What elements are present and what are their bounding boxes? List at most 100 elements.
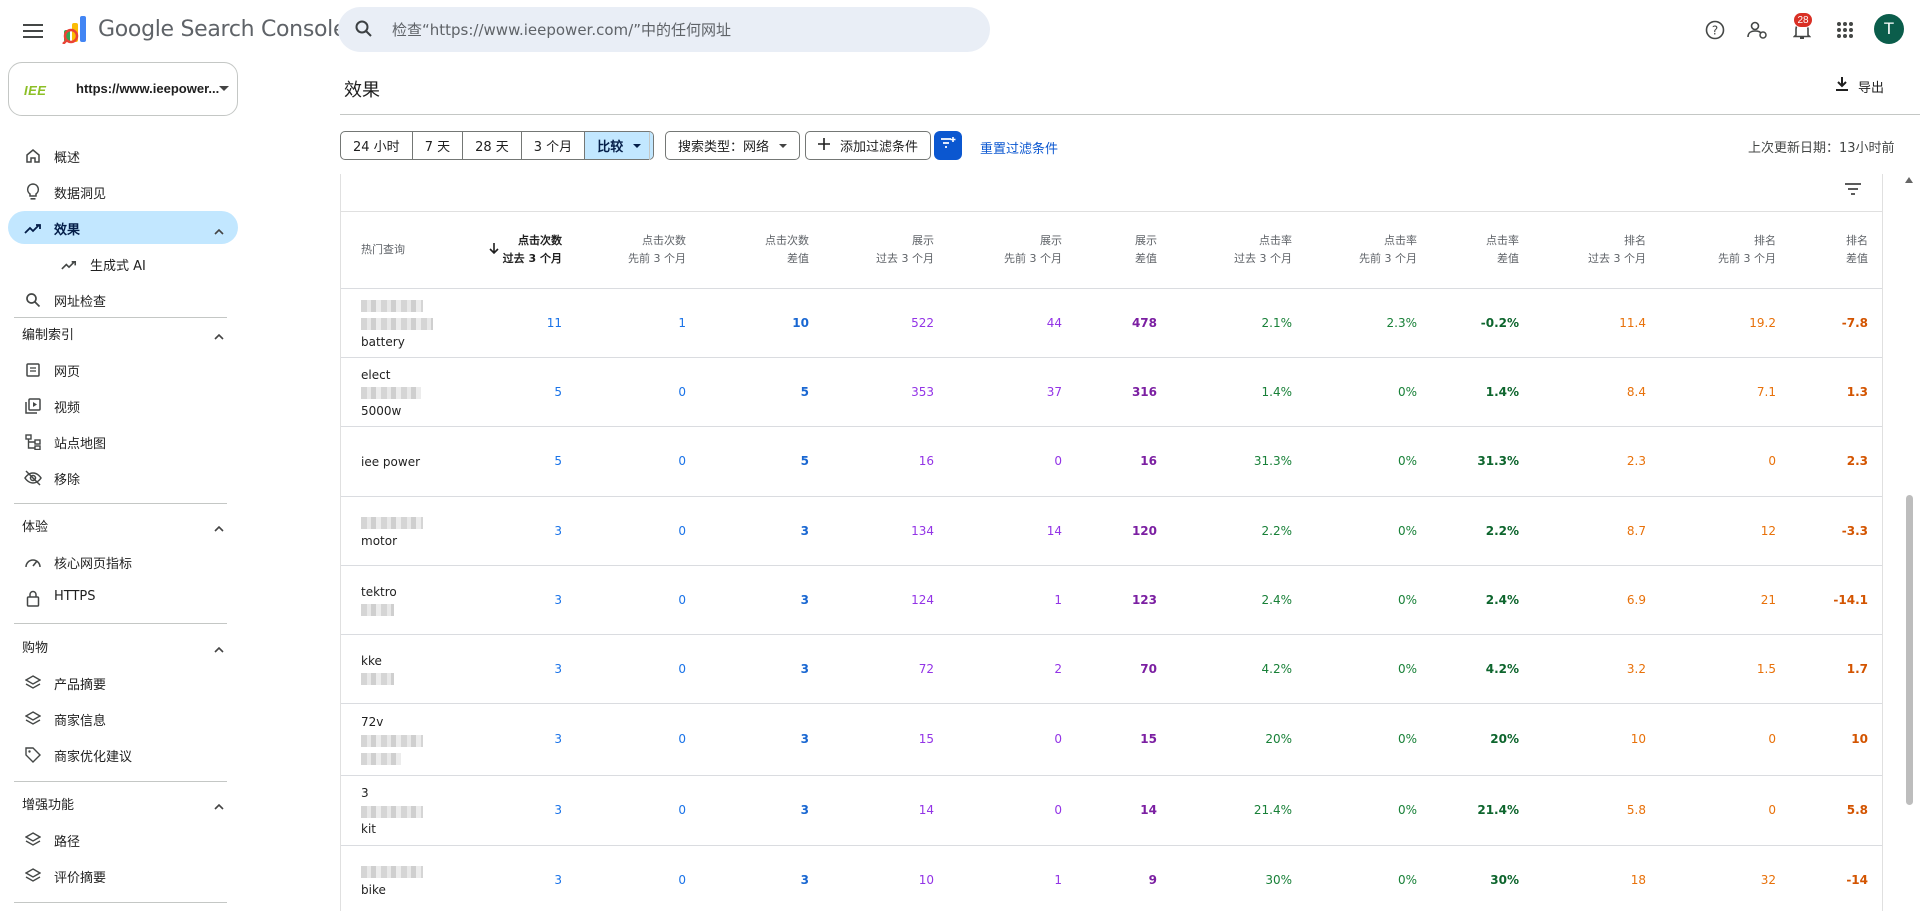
- table-row[interactable]: iee power 5 0 5 16 0 16 31.3% 0% 31.3% 2.3 0 2.3: [341, 427, 1882, 497]
- app-logo[interactable]: Google Search Console: [62, 14, 347, 45]
- column-header[interactable]: 点击率 差值: [1486, 232, 1519, 268]
- redacted-text: [361, 752, 401, 765]
- sidebar-item-videos[interactable]: 视频: [8, 389, 238, 422]
- export-button[interactable]: 导出: [1834, 76, 1884, 96]
- sidebar-item-label: 效果: [54, 223, 81, 238]
- column-header[interactable]: 排名 先前 3 个月: [1718, 232, 1776, 268]
- chevron-down-icon: [779, 143, 788, 148]
- metric-cell: 1.7: [1846, 661, 1868, 676]
- table-row[interactable]: 72v 3 0 3 15 0 15 20% 0% 20% 10 0 10: [341, 704, 1882, 776]
- section-indexing[interactable]: 编制索引: [14, 321, 238, 345]
- column-header[interactable]: 点击率先前 3 个月: [1359, 232, 1417, 268]
- range-7d-button[interactable]: 7 天: [413, 132, 464, 159]
- sidebar-item-sitemaps[interactable]: 站点地图: [8, 425, 238, 458]
- account-avatar[interactable]: T: [1874, 14, 1904, 44]
- metric-cell: 3: [554, 732, 562, 746]
- main-menu-icon[interactable]: [18, 16, 48, 46]
- column-header[interactable]: 点击次数 过去 3 个月: [503, 232, 562, 268]
- page-title: 效果: [344, 80, 380, 101]
- filter-settings-button[interactable]: [934, 131, 962, 160]
- table-row[interactable]: elect 5000w 5 0 5 353 37 316 1.4% 0% 1.4% 8.4 7.1 1.3: [341, 358, 1882, 427]
- metric-cell: 3: [800, 592, 809, 607]
- table-row[interactable]: tektro 3 0 3 124 1 123 2.4% 0% 2.4% 6.9 21 -14.1: [341, 566, 1882, 635]
- range-3m-button[interactable]: 3 个月: [522, 132, 586, 159]
- metric-cell: 16: [918, 454, 934, 468]
- compare-button[interactable]: 比较: [585, 132, 654, 159]
- query-line: kit: [361, 820, 423, 838]
- sidebar-item-performance[interactable]: 效果: [8, 211, 238, 244]
- notification-count-badge: 28: [1793, 12, 1813, 28]
- query-line: [361, 315, 433, 333]
- column-header[interactable]: 点击次数 先前 3 个月: [628, 232, 686, 268]
- range-24h-button[interactable]: 24 小时: [341, 132, 413, 159]
- range-28d-button[interactable]: 28 天: [463, 132, 522, 159]
- help-icon[interactable]: ?: [1701, 16, 1729, 44]
- metric-cell: 5: [554, 454, 562, 468]
- url-inspect-search[interactable]: [338, 7, 990, 52]
- metric-cell: 1: [1054, 592, 1062, 607]
- sidebar-item-overview[interactable]: 概述: [8, 139, 238, 172]
- sidebar-item-review-snippets[interactable]: 评价摘要: [8, 859, 238, 892]
- sidebar-item-merchant-opportunities[interactable]: 商家优化建议: [8, 738, 238, 771]
- column-header[interactable]: 点击次数 差值: [765, 232, 809, 268]
- property-selector[interactable]: IEE https://www.ieepower...: [8, 62, 238, 116]
- app-title: Google Search Console: [98, 16, 347, 42]
- metric-cell: 1: [1054, 872, 1062, 887]
- apps-grid-icon[interactable]: [1831, 16, 1859, 44]
- metric-cell: 31.3%: [1477, 454, 1519, 468]
- table-row[interactable]: battery 11 1 10 522 44 478 2.1% 2.3% -0.2% 11.4 19.…: [341, 289, 1882, 358]
- table-toolbar: [341, 174, 1882, 212]
- header-metric-label: 点击率: [1384, 234, 1417, 247]
- column-header[interactable]: 展示 先前 3 个月: [1004, 232, 1062, 268]
- table-row[interactable]: motor 3 0 3 134 14 120 2.2% 0% 2.2% 8.7 12 -3.3: [341, 497, 1882, 566]
- metric-cell: 0%: [1397, 454, 1417, 468]
- sidebar-item-core-web-vitals[interactable]: 核心网页指标: [8, 545, 238, 578]
- metric-cell: 18: [1630, 872, 1646, 887]
- search-type-chip[interactable]: 搜索类型：网络: [665, 131, 801, 160]
- column-header[interactable]: 点击率 过去 3 个月: [1234, 232, 1292, 268]
- sidebar-item-insights[interactable]: 数据洞见: [8, 175, 238, 208]
- add-filter-chip[interactable]: 添加过滤条件: [805, 131, 932, 160]
- scrollbar-thumb[interactable]: [1906, 495, 1913, 805]
- metric-cell: 72: [918, 661, 934, 676]
- column-header[interactable]: 展示 过去 3 个月: [876, 232, 934, 268]
- sidebar-item-url-inspection[interactable]: 网址检查: [8, 283, 238, 316]
- column-header-query[interactable]: 热门查询: [361, 241, 405, 259]
- sidebar-item-generative-ai[interactable]: 生成式 AI: [8, 247, 238, 280]
- chevron-up-icon[interactable]: [214, 222, 224, 240]
- sidebar-item-label: 站点地图: [54, 437, 107, 452]
- column-header[interactable]: 展示 差值: [1135, 232, 1157, 268]
- redacted-text: [361, 318, 433, 330]
- header-period-label: 先前 3 个月: [1359, 252, 1417, 265]
- sidebar-item-removals[interactable]: 移除: [8, 461, 238, 494]
- manage-users-icon[interactable]: [1744, 16, 1772, 44]
- search-input[interactable]: [392, 7, 972, 52]
- sidebar-item-pages[interactable]: 网页: [8, 353, 238, 386]
- column-header[interactable]: 排名 过去 3 个月: [1588, 232, 1646, 268]
- vertical-scrollbar[interactable]: [1903, 172, 1916, 911]
- metric-cell: 478: [1131, 315, 1157, 330]
- header-metric-label: 排名: [1846, 234, 1868, 247]
- redacted-text: [361, 734, 423, 747]
- metric-cell: 0: [1768, 732, 1776, 746]
- section-experience[interactable]: 体验: [14, 513, 238, 537]
- scroll-up-arrow[interactable]: [1905, 177, 1913, 183]
- table-row[interactable]: bike 3 0 3 10 1 9 30% 0% 30% 18 32 -14: [341, 846, 1882, 911]
- table-row[interactable]: 3 kit 3 0 3 14 0 14 21.4% 0% 21.4% 5.8 0 5.8: [341, 776, 1882, 846]
- metric-cell: 353: [911, 384, 934, 399]
- sidebar-item-https[interactable]: HTTPS: [8, 581, 238, 614]
- column-header[interactable]: 排名 差值: [1846, 232, 1868, 268]
- section-shopping[interactable]: 购物: [14, 634, 238, 658]
- section-enhancements[interactable]: 增强功能: [14, 791, 238, 815]
- sidebar-item-merchant-listings[interactable]: 商家信息: [8, 702, 238, 735]
- export-label: 导出: [1858, 80, 1885, 96]
- metric-cell: 5: [554, 384, 562, 399]
- metric-cell: 0%: [1397, 661, 1417, 676]
- sidebar-item-breadcrumbs[interactable]: 路径: [8, 823, 238, 856]
- reset-filters-link[interactable]: 重置过滤条件: [980, 138, 1058, 157]
- metric-cell: 522: [911, 315, 934, 330]
- sidebar-item-product-snippets[interactable]: 产品摘要: [8, 666, 238, 699]
- redacted-text: [361, 300, 423, 312]
- table-row[interactable]: kke 3 0 3 72 2 70 4.2% 0% 4.2% 3.2 1.5 1.7: [341, 635, 1882, 704]
- filter-rows-icon[interactable]: [1844, 182, 1862, 201]
